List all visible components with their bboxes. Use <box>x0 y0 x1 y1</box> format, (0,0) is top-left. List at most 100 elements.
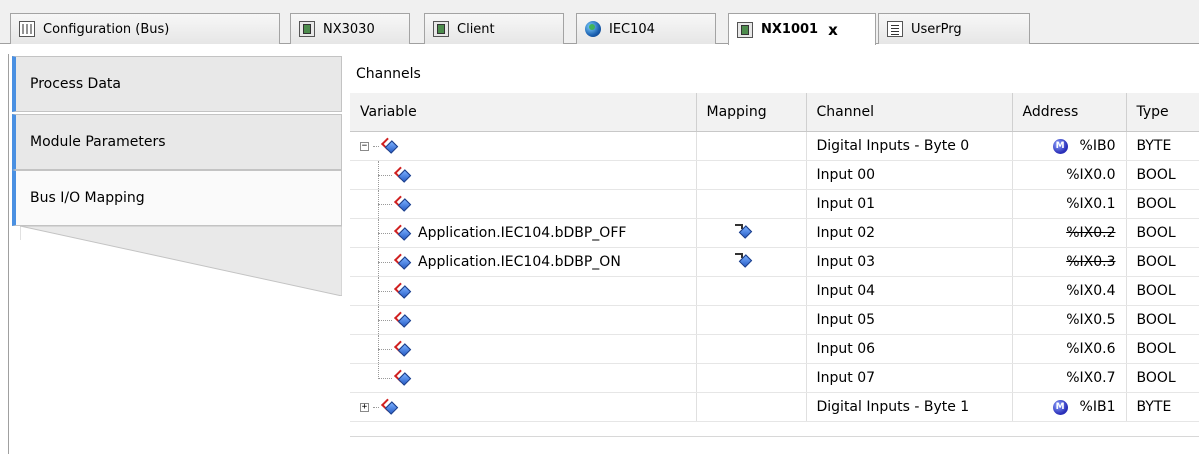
column-header-mapping[interactable]: Mapping <box>696 93 807 132</box>
variable-cell[interactable]: Application.IEC104.bDBP_OFF <box>350 218 697 248</box>
mapping-cell[interactable] <box>696 247 807 277</box>
document-icon <box>887 21 903 37</box>
tree-connector <box>378 277 379 305</box>
column-header-channel[interactable]: Channel <box>806 93 1013 132</box>
type-cell: BOOL <box>1126 276 1199 306</box>
channel-cell: Input 00 <box>806 160 1013 190</box>
tab-userprg[interactable]: UserPrg <box>878 13 1030 44</box>
expand-icon[interactable]: + <box>360 402 369 412</box>
table-row[interactable]: + Digital Inputs - Byte 1 M %IB1 BYTE <box>350 392 1199 422</box>
tree-connector <box>378 364 379 379</box>
tree-connector <box>373 145 379 147</box>
variable-cell[interactable] <box>350 305 697 335</box>
side-tab-label: Module Parameters <box>30 134 166 150</box>
variable-cell[interactable]: Application.IEC104.bDBP_ON <box>350 247 697 277</box>
table-header-row: Variable Mapping Channel Address Type <box>350 93 1199 132</box>
type-cell: BYTE <box>1126 392 1199 422</box>
tab-nx1001[interactable]: NX1001 x <box>728 13 876 45</box>
input-mapping-icon <box>381 139 397 153</box>
variable-cell[interactable] <box>350 363 697 393</box>
variable-cell[interactable] <box>350 276 697 306</box>
variable-cell[interactable] <box>350 334 697 364</box>
column-header-address[interactable]: Address <box>1012 93 1127 132</box>
type-cell: BOOL <box>1126 363 1199 393</box>
tab-nx3030[interactable]: NX3030 <box>290 13 410 44</box>
side-tab-label: Process Data <box>30 76 121 92</box>
address-cell: %IX0.5 <box>1012 305 1127 335</box>
channel-cell: Input 06 <box>806 334 1013 364</box>
table-row[interactable]: Input 06 %IX0.6 BOOL <box>350 334 1199 364</box>
side-tab-module-parameters[interactable]: Module Parameters <box>12 114 342 170</box>
tab-client[interactable]: Client <box>424 13 564 44</box>
column-header-variable[interactable]: Variable <box>350 93 697 132</box>
mapping-cell[interactable] <box>696 276 807 306</box>
tree-connector <box>378 219 379 247</box>
address-value: %IB0 <box>1079 138 1116 154</box>
address-cell: %IX0.7 <box>1012 363 1127 393</box>
mapping-cell[interactable] <box>696 189 807 219</box>
side-tab-process-data[interactable]: Process Data <box>12 56 342 112</box>
address-cell: %IX0.1 <box>1012 189 1127 219</box>
table-row[interactable]: Application.IEC104.bDBP_ON Input 03 %IX0… <box>350 247 1199 277</box>
bus-config-icon <box>19 21 35 37</box>
collapse-icon[interactable]: − <box>360 141 369 151</box>
tree-connector <box>378 290 392 292</box>
tree-connector <box>378 161 379 189</box>
type-cell: BOOL <box>1126 218 1199 248</box>
tree-connector <box>378 348 392 350</box>
variable-cell[interactable] <box>350 160 697 190</box>
column-header-type[interactable]: Type <box>1126 93 1199 132</box>
mapping-cell[interactable] <box>696 131 807 161</box>
tab-iec104[interactable]: IEC104 <box>576 13 716 44</box>
input-mapping-icon <box>394 168 410 182</box>
input-mapping-icon <box>394 313 410 327</box>
type-cell: BOOL <box>1126 160 1199 190</box>
mapping-cell[interactable] <box>696 218 807 248</box>
table-row[interactable]: Input 04 %IX0.4 BOOL <box>350 276 1199 306</box>
existing-variable-mapping-icon <box>734 253 751 267</box>
variable-cell[interactable]: + <box>350 392 697 422</box>
address-cell: %IX0.4 <box>1012 276 1127 306</box>
table-row[interactable]: Input 07 %IX0.7 BOOL <box>350 363 1199 393</box>
tree-connector <box>378 174 392 176</box>
address-cell: %IX0.6 <box>1012 334 1127 364</box>
address-cell: M %IB0 <box>1012 131 1127 161</box>
side-tab-label: Bus I/O Mapping <box>30 190 145 206</box>
tab-label: IEC104 <box>609 21 655 37</box>
type-cell: BOOL <box>1126 334 1199 364</box>
type-cell: BOOL <box>1126 247 1199 277</box>
tree-connector <box>378 261 392 263</box>
tree-connector <box>378 203 392 205</box>
tab-label: UserPrg <box>911 21 962 37</box>
address-value: %IX0.3 <box>1066 254 1116 270</box>
type-cell: BYTE <box>1126 131 1199 161</box>
table-row[interactable]: − Digital Inputs - Byte 0 M %IB0 BYTE <box>350 131 1199 161</box>
close-icon[interactable]: x <box>828 21 838 39</box>
tree-connector <box>378 232 392 234</box>
side-tab-bus-io-mapping[interactable]: Bus I/O Mapping <box>12 170 342 226</box>
variable-cell[interactable]: − <box>350 131 697 161</box>
mapping-cell[interactable] <box>696 334 807 364</box>
mapping-cell[interactable] <box>696 392 807 422</box>
tab-label: Configuration (Bus) <box>43 21 170 37</box>
editor-tab-bar: Configuration (Bus) NX3030 Client IEC104… <box>0 0 1199 45</box>
memory-badge-icon: M <box>1052 138 1068 154</box>
device-icon <box>433 21 449 37</box>
mapping-cell[interactable] <box>696 160 807 190</box>
table-row[interactable]: Input 01 %IX0.1 BOOL <box>350 189 1199 219</box>
mapping-cell[interactable] <box>696 363 807 393</box>
tree-connector <box>378 377 392 379</box>
tab-configuration-bus[interactable]: Configuration (Bus) <box>10 13 280 44</box>
tab-label: Client <box>457 21 495 37</box>
variable-name: Application.IEC104.bDBP_ON <box>418 254 621 270</box>
channel-cell: Input 03 <box>806 247 1013 277</box>
table-row[interactable]: Application.IEC104.bDBP_OFF Input 02 %IX… <box>350 218 1199 248</box>
input-mapping-icon <box>394 226 410 240</box>
mapping-cell[interactable] <box>696 305 807 335</box>
address-cell: %IX0.0 <box>1012 160 1127 190</box>
table-row[interactable]: Input 00 %IX0.0 BOOL <box>350 160 1199 190</box>
existing-variable-mapping-icon <box>734 224 751 238</box>
table-row[interactable]: Input 05 %IX0.5 BOOL <box>350 305 1199 335</box>
variable-cell[interactable] <box>350 189 697 219</box>
type-cell: BOOL <box>1126 305 1199 335</box>
